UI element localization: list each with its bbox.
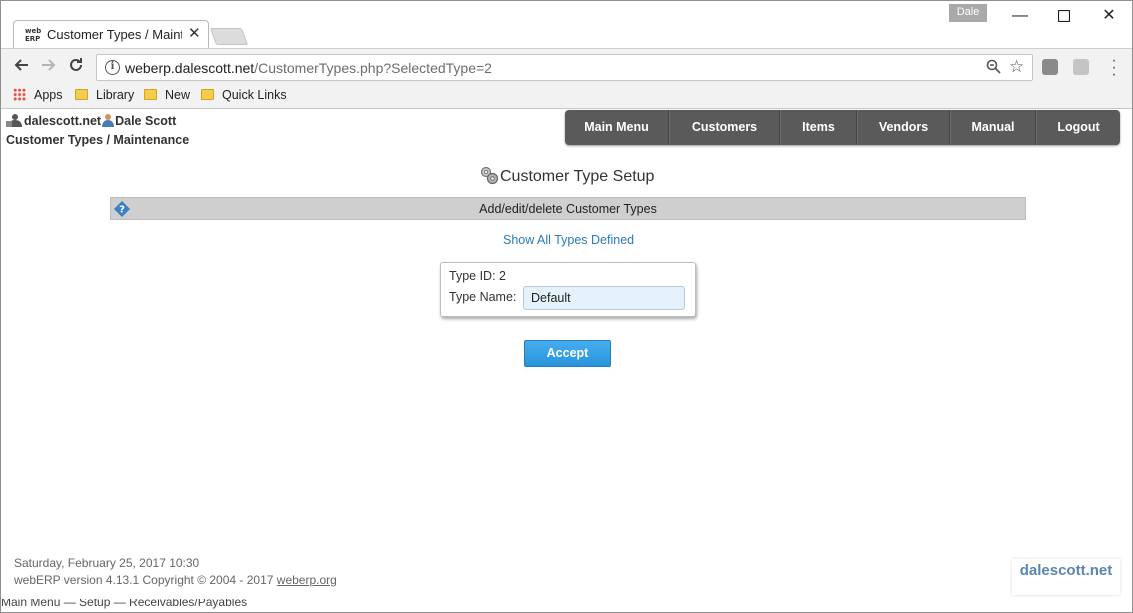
nav-main-menu[interactable]: Main Menu [565, 110, 669, 145]
browser-menu-icon[interactable]: · · · [1107, 53, 1121, 83]
customer-type-form: Type ID: 2 Type Name: [440, 262, 696, 317]
weberp-org-link[interactable]: weberp.org [277, 573, 337, 587]
folder-icon [201, 89, 214, 100]
page-content: dalescott.net Dale Scott Customer Types /… [1, 109, 1132, 612]
footer-datetime: Saturday, February 25, 2017 10:30 [14, 556, 200, 570]
browser-tab[interactable]: web ERP Customer Types / Mainte ✕ [13, 20, 209, 48]
company-name: dalescott.net [24, 114, 102, 128]
help-bar: ? Add/edit/delete Customer Types [110, 197, 1026, 220]
nav-manual[interactable]: Manual [950, 110, 1036, 145]
profile-badge[interactable]: Dale [949, 4, 987, 22]
tab-title: Customer Types / Mainte [47, 27, 182, 42]
breadcrumb: Customer Types / Maintenance [6, 133, 190, 147]
forward-icon[interactable] [38, 57, 60, 79]
new-tab-button[interactable] [209, 28, 249, 45]
show-all-types-link[interactable]: Show All Types Defined [503, 233, 634, 247]
reload-icon[interactable] [65, 57, 87, 79]
browser-toolbar: i weberp.dalescott.net/CustomerTypes.php… [1, 48, 1132, 86]
zoom-icon[interactable] [986, 59, 1001, 78]
minimize-icon[interactable]: — [1005, 5, 1035, 27]
info-icon[interactable]: i [105, 60, 120, 75]
folder-icon [75, 89, 88, 100]
help-text: Add/edit/delete Customer Types [479, 202, 657, 216]
type-name-input[interactable] [523, 286, 685, 310]
type-name-label: Type Name: [449, 290, 517, 304]
user-icon [102, 114, 115, 127]
bookmark-star-icon[interactable]: ☆ [1009, 57, 1024, 77]
user-name: Dale Scott [115, 114, 177, 128]
site-info: dalescott.net Dale Scott Customer Types /… [6, 112, 189, 150]
apps-grid-icon [13, 88, 26, 101]
main-navigation: Main Menu Customers Items Vendors Manual… [565, 110, 1120, 145]
bookmark-library[interactable]: Library [75, 88, 134, 102]
type-id-label: Type ID: 2 [449, 269, 506, 283]
extension-icon[interactable] [1073, 59, 1089, 75]
weberp-favicon-icon: web ERP [25, 27, 42, 43]
bookmark-new[interactable]: New [144, 88, 190, 102]
folder-icon [144, 89, 157, 100]
maximize-icon[interactable] [1049, 5, 1079, 27]
nav-items[interactable]: Items [780, 110, 857, 145]
nav-customers[interactable]: Customers [669, 110, 780, 145]
accept-button[interactable]: Accept [524, 340, 611, 367]
company-icon [6, 114, 22, 127]
back-icon[interactable] [10, 57, 32, 79]
url-text: weberp.dalescott.net/CustomerTypes.php?S… [125, 60, 492, 76]
nav-logout[interactable]: Logout [1036, 110, 1120, 145]
background-window-text: Main Menu — Setup — Receivables/Payables [1, 599, 248, 609]
page-title: Customer Type Setup [479, 165, 654, 186]
bookmark-apps[interactable]: Apps [13, 88, 63, 102]
nav-vendors[interactable]: Vendors [857, 110, 950, 145]
browser-window: web ERP Customer Types / Mainte ✕ Dale —… [0, 0, 1133, 613]
title-bar: web ERP Customer Types / Mainte ✕ Dale —… [1, 1, 1132, 48]
footer-copyright: webERP version 4.13.1 Copyright © 2004 -… [14, 573, 337, 587]
address-bar[interactable]: i weberp.dalescott.net/CustomerTypes.php… [96, 54, 1033, 81]
bookmarks-bar: Apps Library New Quick Links [1, 86, 1132, 109]
dalescott-logo: dalescott.net [1012, 559, 1120, 595]
bookmark-quick-links[interactable]: Quick Links [201, 88, 287, 102]
close-window-icon[interactable]: ✕ [1094, 5, 1124, 27]
gear-icon [480, 166, 499, 185]
tab-close-icon[interactable]: ✕ [188, 25, 201, 43]
extension-icon[interactable] [1042, 59, 1058, 75]
